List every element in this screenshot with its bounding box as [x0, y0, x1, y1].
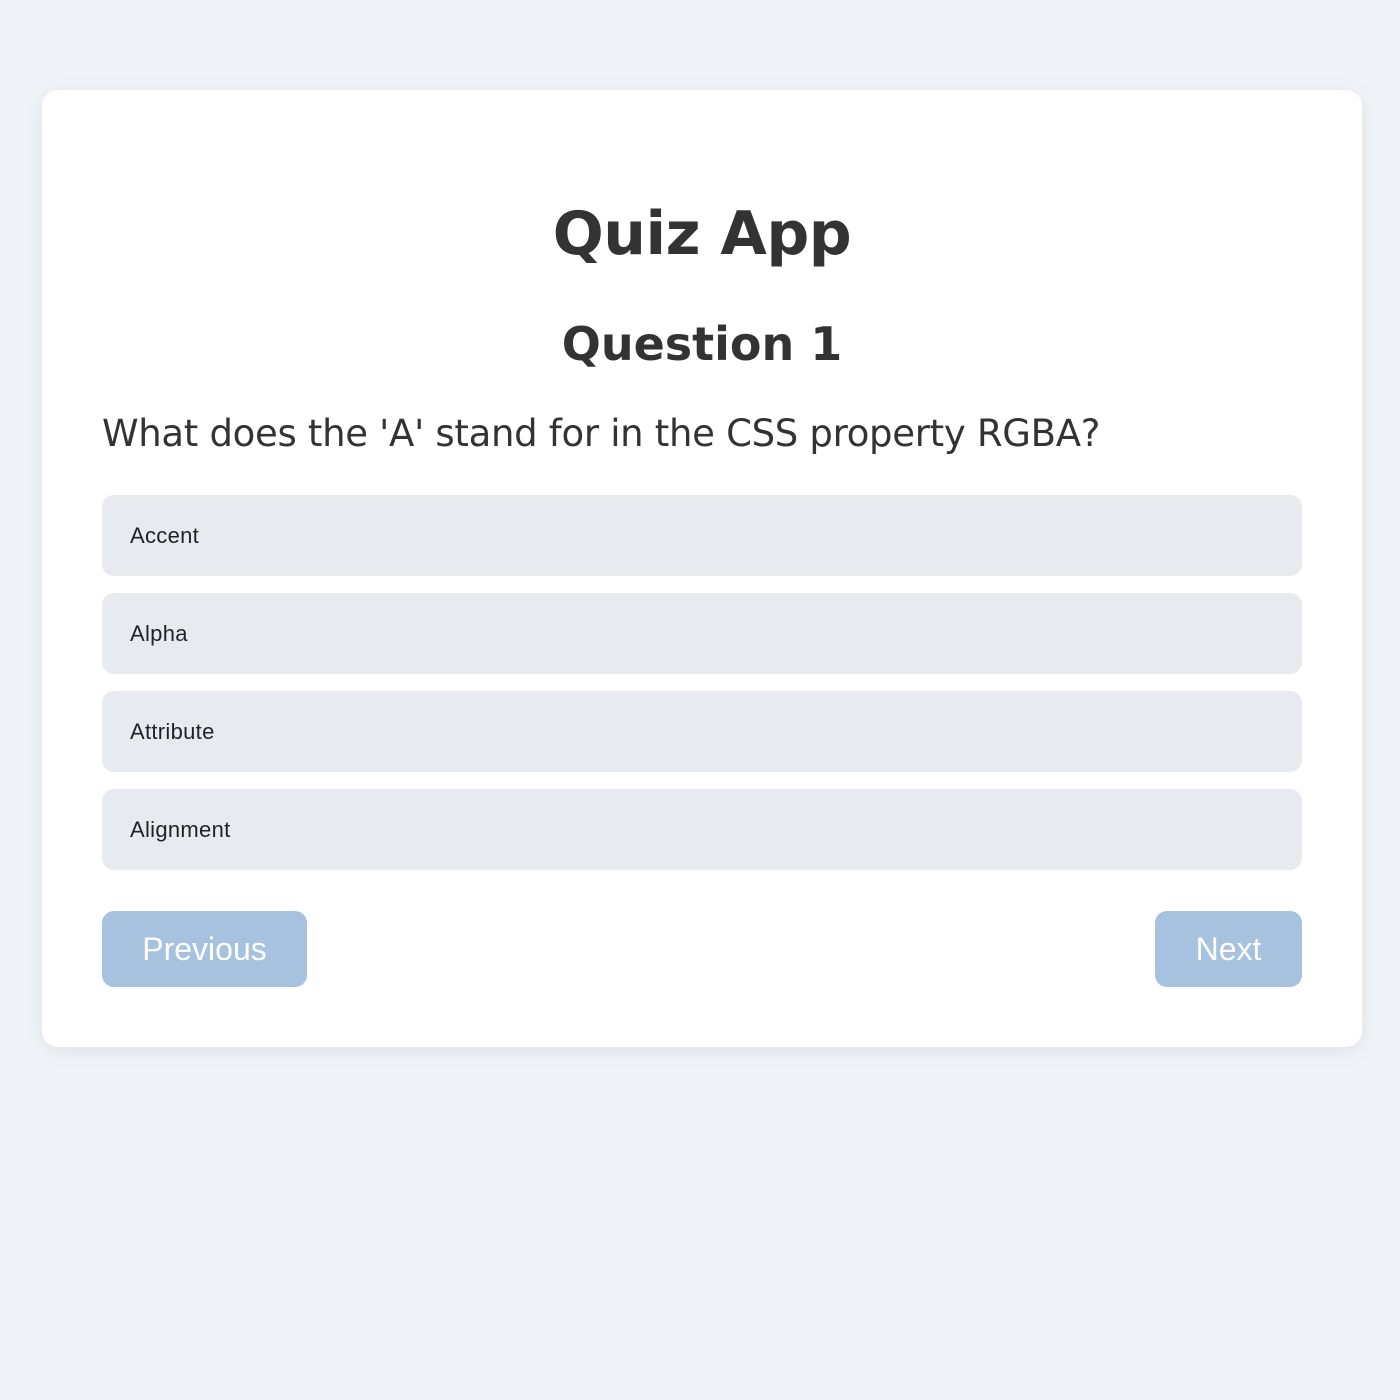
answer-option-label: Alignment [130, 816, 231, 842]
question-text: What does the 'A' stand for in the CSS p… [102, 412, 1101, 455]
answer-option-alpha[interactable]: Alpha [102, 593, 1302, 674]
answer-option-label: Attribute [130, 718, 215, 744]
answer-options: Accent Alpha Attribute Alignment [102, 495, 1302, 887]
previous-button[interactable]: Previous [102, 911, 307, 987]
app-title: Quiz App [552, 199, 852, 269]
quiz-card: Quiz App Question 1 What does the 'A' st… [42, 90, 1362, 1047]
answer-option-accent[interactable]: Accent [102, 495, 1302, 576]
quiz-navigation: Previous Next [102, 911, 1302, 987]
answer-option-label: Accent [130, 522, 200, 548]
answer-option-label: Alpha [130, 620, 188, 646]
answer-option-attribute[interactable]: Attribute [102, 691, 1302, 772]
next-button[interactable]: Next [1155, 911, 1302, 987]
question-number: Question 1 [561, 317, 843, 371]
answer-option-alignment[interactable]: Alignment [102, 789, 1302, 870]
